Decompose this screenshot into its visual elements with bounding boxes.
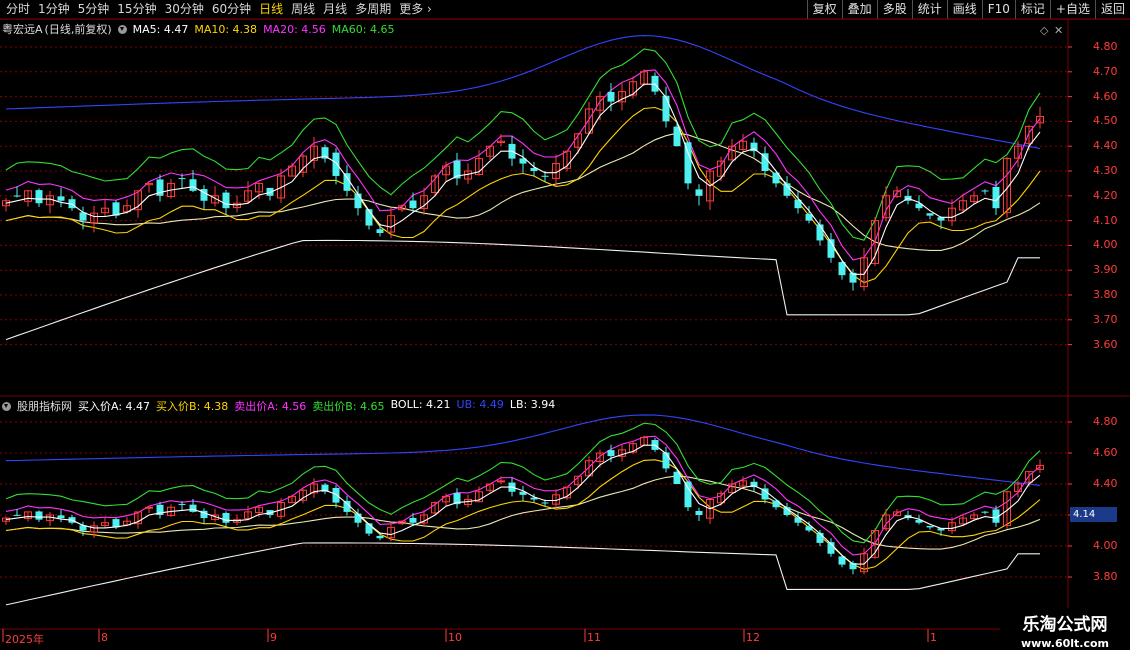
main-candle-body xyxy=(541,175,549,177)
price-tick-label: 4.70 xyxy=(1093,64,1118,78)
main-candle-body xyxy=(178,178,186,180)
price-tick-label: 4.10 xyxy=(1093,213,1118,227)
main-candle-body xyxy=(981,190,989,192)
main-candle-body xyxy=(112,202,120,216)
main-candle-body xyxy=(354,193,362,209)
sub-candle-body xyxy=(35,511,43,520)
watermark-url: www.60lt.com xyxy=(1020,637,1110,650)
main-candle-body xyxy=(35,190,43,204)
main-candle-body xyxy=(816,224,824,241)
sub-candle-body xyxy=(816,532,824,543)
sub-ub-line xyxy=(5,414,1041,486)
sub-candle-body xyxy=(662,452,670,469)
price-tick-label: 4.60 xyxy=(1093,89,1118,103)
sub-candle-body xyxy=(178,503,186,505)
sub-candle-body xyxy=(695,510,703,515)
date-label: 8 xyxy=(101,631,108,644)
date-label: 1 xyxy=(930,631,937,644)
main-candle-body xyxy=(376,229,384,233)
kline-chart[interactable]: ◇ ✕ xyxy=(0,0,1130,650)
sub-candle-body xyxy=(354,513,362,523)
price-tick-label: 3.80 xyxy=(1093,288,1118,301)
diamond-icon: ◇ xyxy=(1040,24,1049,37)
price-tick-label: 4.00 xyxy=(1093,539,1118,552)
date-label: 11 xyxy=(587,631,601,644)
sub-candle-body xyxy=(409,517,417,523)
price-tick-label: 3.60 xyxy=(1093,337,1118,351)
main-candle-body xyxy=(684,142,692,184)
date-label: 2025年 xyxy=(5,633,44,646)
price-tick-label: 4.30 xyxy=(1093,164,1118,177)
main-candle-body xyxy=(761,153,769,171)
price-tick-label: 3.90 xyxy=(1093,263,1118,277)
main-candle-body xyxy=(189,179,197,191)
current-price-tag: 4.14 xyxy=(1070,507,1117,522)
sub-candle-body xyxy=(189,504,197,512)
price-tick-label: 4.80 xyxy=(1093,415,1118,428)
main-candle-body xyxy=(365,209,373,226)
main-candle-body xyxy=(607,91,615,102)
main-candle-body xyxy=(409,200,417,209)
main-candle-body xyxy=(222,192,230,209)
sub-lb-line xyxy=(5,542,1040,606)
sub-candle-body xyxy=(145,506,153,509)
date-label: 12 xyxy=(746,631,760,644)
sub-candle-body xyxy=(981,511,989,513)
price-tick-label: 3.80 xyxy=(1093,570,1118,583)
sub-candle-body xyxy=(376,535,384,539)
sub-candle-body xyxy=(222,512,230,523)
watermark: 乐淘公式网 www.60lt.com xyxy=(1000,608,1130,650)
price-tick-label: 4.60 xyxy=(1093,446,1118,459)
price-tick-label: 4.00 xyxy=(1093,238,1118,252)
sub-candle-body xyxy=(332,487,340,503)
price-tick-label: 4.40 xyxy=(1093,477,1118,490)
price-tick-label: 4.80 xyxy=(1093,40,1118,53)
sub-candle-body xyxy=(926,525,934,528)
sub-candle-body xyxy=(497,480,505,483)
date-label: 10 xyxy=(448,631,462,644)
sub-candle-body xyxy=(607,450,615,457)
price-tick-label: 4.40 xyxy=(1093,139,1118,153)
price-tick-label: 3.70 xyxy=(1093,312,1118,326)
date-label: 9 xyxy=(270,631,277,644)
main-candle-body xyxy=(332,152,340,176)
close-icon: ✕ xyxy=(1054,24,1063,37)
sub-candle-body xyxy=(541,502,549,504)
main-candle-body xyxy=(805,214,813,221)
price-tick-label: 4.50 xyxy=(1093,114,1118,128)
sub-candle-body xyxy=(684,481,692,508)
sub-candle-body xyxy=(13,514,21,516)
main-candle-body xyxy=(662,95,670,122)
watermark-title: 乐淘公式网 xyxy=(1022,615,1108,635)
price-tick-label: 4.20 xyxy=(1093,188,1118,202)
main-candle-body xyxy=(695,189,703,196)
main-candle-body xyxy=(57,196,65,201)
main-candle-body xyxy=(926,213,934,216)
main-lb-line xyxy=(5,239,1040,341)
sub-candle-body xyxy=(57,515,65,519)
main-ma60-line xyxy=(5,48,1041,241)
main-ub-line xyxy=(5,35,1041,150)
main-candle-body xyxy=(13,195,21,197)
